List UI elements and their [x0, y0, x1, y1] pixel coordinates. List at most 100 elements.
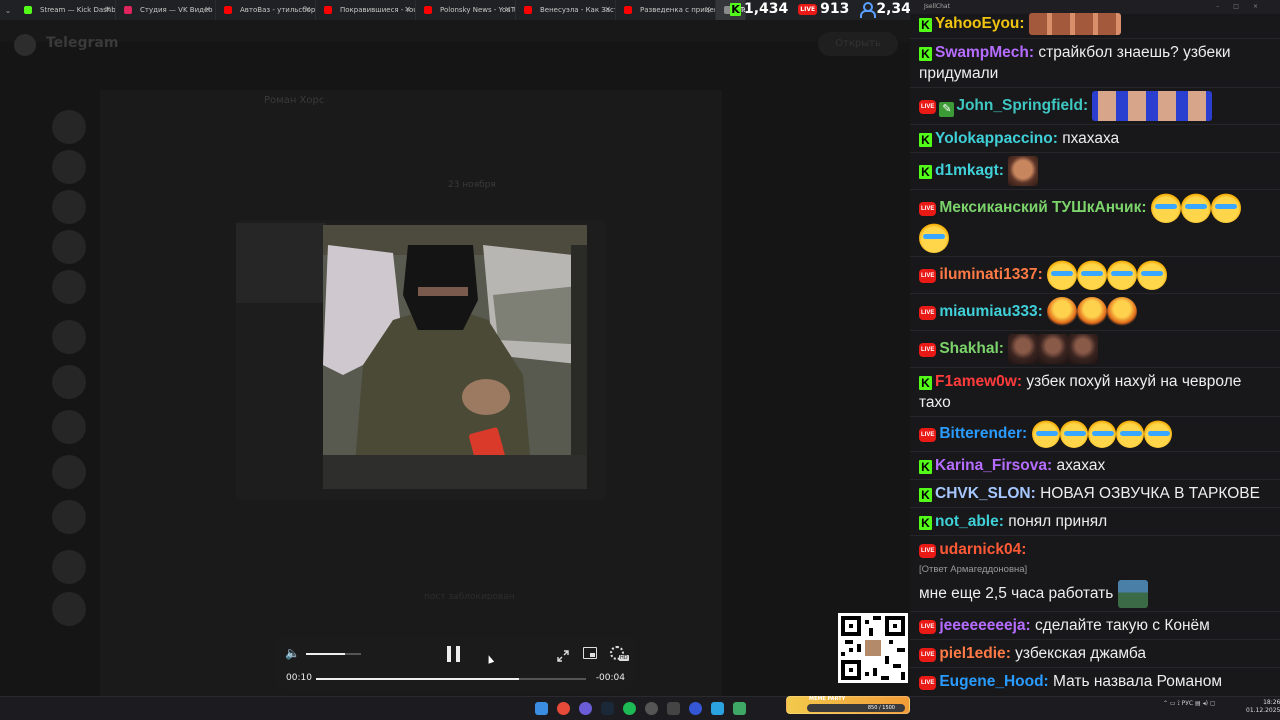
- chat-username[interactable]: udarnick04: [939, 541, 1021, 558]
- volume-icon[interactable]: 🔈: [285, 646, 300, 660]
- tab-close-icon[interactable]: ✕: [104, 0, 111, 20]
- channel-avatar[interactable]: [52, 592, 86, 626]
- chat-username[interactable]: F1amew0w: [935, 373, 1017, 390]
- chat-username[interactable]: Karina_Firsova: [935, 457, 1047, 474]
- tab-close-icon[interactable]: ✕: [604, 0, 611, 20]
- channel-avatar[interactable]: [52, 500, 86, 534]
- picture-in-picture-icon[interactable]: [583, 647, 597, 659]
- tab-close-icon[interactable]: ✕: [304, 0, 311, 20]
- chat-username[interactable]: YahooEyou: [935, 15, 1019, 32]
- channel-avatar[interactable]: [52, 455, 86, 489]
- chat-username[interactable]: CHVK_SLON: [935, 485, 1031, 502]
- chat-username[interactable]: Eugene_Hood: [939, 673, 1043, 690]
- chat-username-colon: :: [998, 513, 1009, 530]
- tab-search-chevron-icon[interactable]: ⌄: [0, 6, 16, 15]
- channel-avatar[interactable]: [52, 150, 86, 184]
- clock[interactable]: 18:26 01.12.2025: [1246, 699, 1280, 715]
- chat-text: мне еще 2,5 часа работать: [919, 585, 1114, 603]
- person-icon: [859, 2, 877, 18]
- chat-message: LIVE Bitterender:: [910, 416, 1280, 451]
- chat-username[interactable]: jeeeeeeeeja: [939, 617, 1025, 634]
- tab-close-icon[interactable]: ✕: [404, 0, 411, 20]
- qr-code: [838, 613, 908, 683]
- chat-username[interactable]: Мексиканский ТУШкАнчик: [939, 199, 1141, 216]
- video-player-controls: 🔈 HD 00:10 -00:04: [276, 637, 634, 690]
- emote-image: [1107, 260, 1138, 290]
- chrome-icon[interactable]: [557, 702, 570, 715]
- pause-button[interactable]: [447, 646, 463, 663]
- browser-tab[interactable]: Stream — Kick Dashboard✕: [16, 0, 116, 20]
- telegram-taskbar-icon[interactable]: [711, 702, 724, 715]
- emote-image: [1008, 334, 1039, 364]
- browser-tab[interactable]: Венесуэла - Как Заставить...✕: [516, 0, 616, 20]
- chat-message-list: K YahooEyou: K SwampMech: страйкбол знаешь…: [910, 10, 1280, 695]
- browser-tab[interactable]: Polonsky News - YouTube✕: [416, 0, 516, 20]
- chat-message: LIVE udarnick04: [Ответ Армагеддоновна] мн…: [910, 535, 1280, 611]
- tab-close-icon[interactable]: ✕: [504, 0, 511, 20]
- chat-message: LIVE ✎ John_Springfield:: [910, 87, 1280, 124]
- chat-text: пхахаха: [1062, 130, 1120, 147]
- discord-icon[interactable]: [579, 702, 592, 715]
- kick-icon: K: [919, 47, 932, 61]
- current-time: 00:10: [286, 673, 312, 683]
- emote-image: [1077, 297, 1108, 327]
- chat-username[interactable]: iluminati1337: [939, 266, 1037, 283]
- seek-bar[interactable]: [316, 678, 586, 680]
- chat-username-colon: :: [1025, 617, 1036, 634]
- chat-username-colon: :: [1021, 541, 1027, 558]
- channel-avatar[interactable]: [52, 550, 86, 584]
- browser-tab[interactable]: АвтоВаз - утильсбор ... ✕: [216, 0, 316, 20]
- start-icon[interactable]: [535, 702, 548, 715]
- chat-username[interactable]: Yolokappaccino: [935, 130, 1053, 147]
- chat-username[interactable]: miaumiau333: [939, 303, 1037, 320]
- meme-party-progress: 850 / 1500: [807, 704, 905, 712]
- browser-tab[interactable]: Студия — VK Видео | Ли...✕: [116, 0, 216, 20]
- chat-username-colon: :: [1022, 425, 1032, 443]
- app-icon[interactable]: [733, 702, 746, 715]
- tab-close-icon[interactable]: ✕: [704, 0, 711, 20]
- channel-avatar[interactable]: [52, 365, 86, 399]
- steam-icon[interactable]: [601, 702, 614, 715]
- channel-avatar[interactable]: [52, 320, 86, 354]
- emote-image: [1068, 334, 1099, 364]
- chat-username[interactable]: John_Springfield: [956, 97, 1083, 114]
- vk-live-icon: LIVE: [919, 306, 937, 321]
- fullscreen-icon[interactable]: [557, 647, 569, 662]
- viewer-stats: K 1,434 LIVE 913 2,347: [730, 0, 921, 18]
- chat-message: K YahooEyou:: [910, 10, 1280, 38]
- emote-image: [1031, 420, 1060, 448]
- reply-reference: [Ответ Армагеддоновна]: [919, 564, 1028, 575]
- telegram-open-button[interactable]: Открыть: [818, 32, 898, 56]
- chat-message: LIVE jeeeeeeeeja: сделайте такую с Конём: [910, 611, 1280, 639]
- chat-username[interactable]: d1mkagt: [935, 162, 999, 179]
- tab-close-icon[interactable]: ✕: [204, 0, 211, 20]
- meme-party-banner: MEME PARTY 850 / 1500: [786, 696, 910, 714]
- browser-tab[interactable]: Покравившиеся - YouTube✕: [316, 0, 416, 20]
- chat-username-colon: :: [1016, 373, 1027, 390]
- chat-username[interactable]: SwampMech: [935, 44, 1029, 61]
- obs-icon[interactable]: [645, 702, 658, 715]
- system-tray[interactable]: ⌃ ▭ ⟟ РУС ▤ ◂) ▢: [1163, 700, 1216, 708]
- vk-live-icon: LIVE: [919, 620, 937, 634]
- emote-image: [1077, 260, 1108, 290]
- chat-username[interactable]: Shakhal: [939, 340, 998, 357]
- video-frame[interactable]: [323, 225, 587, 489]
- channel-avatar[interactable]: [52, 230, 86, 264]
- app-icon[interactable]: [667, 702, 680, 715]
- chat-username[interactable]: piel1edie: [939, 645, 1005, 662]
- vk-live-icon: LIVE: [919, 676, 937, 690]
- chat-username[interactable]: Bitterender: [939, 425, 1022, 442]
- channel-avatar[interactable]: [52, 270, 86, 304]
- emote-image: [1180, 193, 1211, 223]
- volume-slider[interactable]: [306, 653, 361, 655]
- chat-username[interactable]: not_able: [935, 513, 999, 530]
- spotify-icon[interactable]: [623, 702, 636, 715]
- chat-username-colon: :: [1037, 303, 1048, 321]
- chat-username-colon: :: [998, 340, 1009, 358]
- media-player-icon[interactable]: [689, 702, 702, 715]
- browser-tab[interactable]: Разведенка с прицепом ...✕: [616, 0, 716, 20]
- channel-avatar[interactable]: [52, 410, 86, 444]
- channel-avatar[interactable]: [52, 110, 86, 144]
- channel-avatar[interactable]: [52, 190, 86, 224]
- emote-image: [1115, 420, 1144, 448]
